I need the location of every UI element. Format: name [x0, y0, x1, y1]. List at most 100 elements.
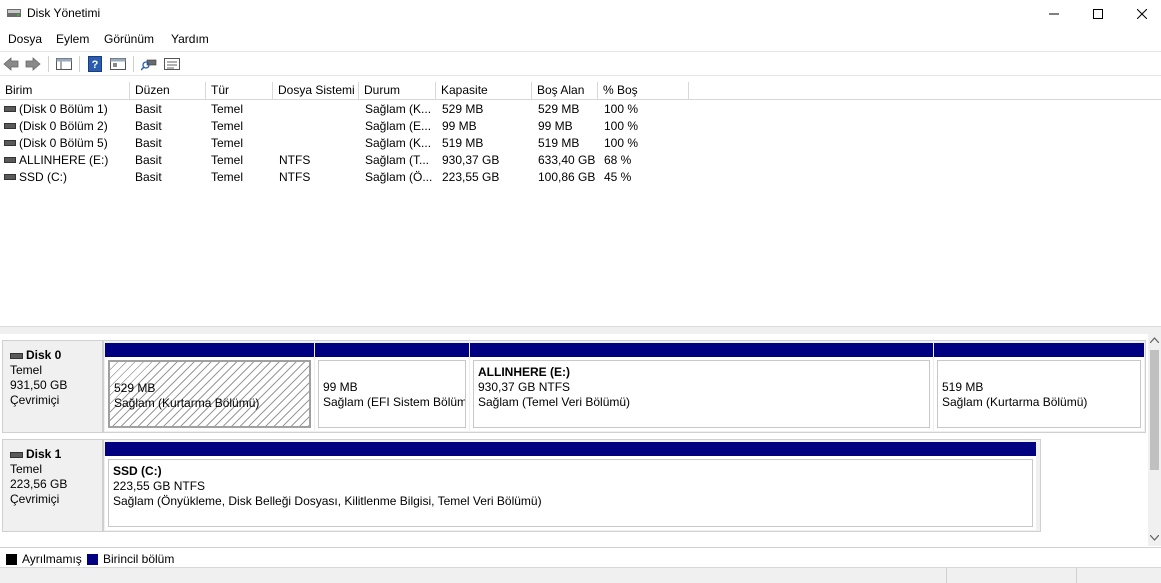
console-tree-icon: [56, 58, 72, 70]
help-button[interactable]: ?: [86, 55, 104, 73]
partition-ssd-c[interactable]: SSD (C:) 223,55 GB NTFS Sağlam (Önyüklem…: [105, 442, 1036, 530]
cell-percent-free: 100 %: [604, 102, 639, 116]
cell-volume: (Disk 0 Bölüm 2): [19, 119, 108, 133]
minimize-icon: [1049, 13, 1059, 15]
partition-status: Sağlam (Önyükleme, Disk Belleği Dosyası,…: [113, 494, 542, 508]
disk-status: Çevrimiçi: [10, 492, 60, 506]
scrollbar-thumb[interactable]: [1150, 350, 1159, 470]
settings-list-button[interactable]: [163, 55, 181, 73]
partition-size: 519 MB: [942, 380, 984, 394]
cell-percent-free: 100 %: [604, 119, 639, 133]
back-button[interactable]: [2, 55, 20, 73]
cell-file-system: [279, 135, 357, 152]
cell-layout: Basit: [135, 136, 162, 150]
console-tree-button[interactable]: [55, 55, 73, 73]
column-header-free-space[interactable]: Boş Alan: [532, 82, 598, 100]
cell-file-system: [279, 101, 357, 118]
cell-status: Sağlam (E...: [365, 119, 432, 133]
menu-action[interactable]: Eylem: [56, 32, 89, 46]
minimize-button[interactable]: [1031, 0, 1077, 28]
volume-icon: [4, 156, 16, 163]
partition-body: 99 MB Sağlam (EFI Sistem Bölümü): [318, 360, 466, 428]
pane-splitter[interactable]: [0, 326, 1161, 334]
column-header-percent-free[interactable]: % Boş: [598, 82, 689, 100]
menu-help[interactable]: Yardım: [171, 32, 209, 46]
cell-layout: Basit: [135, 102, 162, 116]
volume-icon: [4, 105, 16, 112]
partition-allinhere-e[interactable]: ALLINHERE (E:) 930,37 GB NTFS Sağlam (Te…: [470, 343, 933, 431]
cell-type: Temel: [211, 153, 244, 167]
column-header-volume[interactable]: Birim: [0, 82, 130, 100]
disk-1-label[interactable]: Disk 1 Temel 223,56 GB Çevrimiçi: [2, 439, 103, 532]
forward-button[interactable]: [24, 55, 42, 73]
legend: Ayrılmamış Birincil bölüm: [0, 547, 1161, 567]
disk-0-label[interactable]: Disk 0 Temel 931,50 GB Çevrimiçi: [2, 340, 103, 433]
maximize-button[interactable]: [1075, 0, 1121, 28]
partition-status: Sağlam (EFI Sistem Bölümü): [323, 395, 466, 409]
cell-type: Temel: [211, 136, 244, 150]
cell-free-space: 100,86 GB: [538, 170, 596, 184]
partition-disk0-recovery-5[interactable]: 519 MB Sağlam (Kurtarma Bölümü): [934, 343, 1144, 431]
cell-type: Temel: [211, 170, 244, 184]
rescan-icon: [141, 59, 157, 71]
properties-button[interactable]: [109, 55, 127, 73]
partition-size: 99 MB: [323, 380, 358, 394]
cell-status: Sağlam (T...: [365, 153, 430, 167]
table-row[interactable]: (Disk 0 Bölüm 1) Basit Temel Sağlam (K..…: [0, 101, 700, 118]
status-pane: [946, 568, 1076, 583]
close-button[interactable]: [1119, 0, 1161, 28]
forward-icon: [25, 57, 41, 71]
cell-free-space: 633,40 GB: [538, 153, 596, 167]
table-row[interactable]: ALLINHERE (E:) Basit Temel NTFS Sağlam (…: [0, 152, 700, 169]
column-header-layout[interactable]: Düzen: [130, 82, 206, 100]
column-header-capacity[interactable]: Kapasite: [436, 82, 532, 100]
scroll-up-icon[interactable]: [1150, 337, 1159, 343]
svg-text:?: ?: [92, 59, 99, 71]
toolbar-separator: [48, 56, 49, 72]
partition-body: ALLINHERE (E:) 930,37 GB NTFS Sağlam (Te…: [473, 360, 930, 428]
cell-type: Temel: [211, 119, 244, 133]
partition-body: 519 MB Sağlam (Kurtarma Bölümü): [937, 360, 1141, 428]
partition-status: Sağlam (Kurtarma Bölümü): [114, 396, 260, 410]
cell-status: Sağlam (K...: [365, 136, 432, 150]
table-row[interactable]: SSD (C:) Basit Temel NTFS Sağlam (Ö... 2…: [0, 169, 700, 186]
legend-swatch: [6, 553, 17, 565]
cell-capacity: 519 MB: [442, 136, 484, 150]
partition-disk0-recovery-1[interactable]: 529 MB Sağlam (Kurtarma Bölümü): [105, 343, 314, 431]
rescan-button[interactable]: [140, 55, 158, 73]
toolbar: ?: [0, 51, 1161, 76]
column-header-file-system[interactable]: Dosya Sistemi: [273, 82, 359, 100]
maximize-icon: [1093, 9, 1103, 19]
primary-partition-bar: [934, 343, 1144, 357]
volume-list: Birim Düzen Tür Dosya Sistemi Durum Kapa…: [0, 82, 1161, 326]
volume-icon: [4, 139, 16, 146]
partition-size: 529 MB: [114, 381, 156, 395]
column-header-status[interactable]: Durum: [359, 82, 436, 100]
primary-partition-bar: [105, 442, 1036, 456]
legend-unallocated: Ayrılmamış: [6, 552, 82, 566]
partition-disk0-efi[interactable]: 99 MB Sağlam (EFI Sistem Bölümü): [315, 343, 469, 431]
menu-file[interactable]: Dosya: [8, 32, 42, 46]
volume-icon: [4, 173, 16, 180]
cell-status: Sağlam (K...: [365, 102, 432, 116]
cell-percent-free: 68 %: [604, 153, 632, 167]
partition-name: SSD (C:): [113, 464, 162, 478]
primary-partition-bar: [105, 343, 314, 357]
column-header-type[interactable]: Tür: [206, 82, 273, 100]
disk-status: Çevrimiçi: [10, 393, 60, 407]
status-bar: [0, 567, 1161, 583]
disk-size: 931,50 GB: [10, 378, 68, 392]
cell-type: Temel: [211, 102, 244, 116]
menu-view[interactable]: Görünüm: [104, 32, 154, 46]
legend-label: Birincil bölüm: [103, 552, 175, 566]
partition-body: SSD (C:) 223,55 GB NTFS Sağlam (Önyüklem…: [108, 459, 1033, 527]
cell-free-space: 529 MB: [538, 102, 580, 116]
table-row[interactable]: (Disk 0 Bölüm 5) Basit Temel Sağlam (K..…: [0, 135, 700, 152]
disk-name: Disk 1: [26, 447, 62, 461]
legend-label: Ayrılmamış: [22, 552, 82, 566]
partition-body: 529 MB Sağlam (Kurtarma Bölümü): [108, 360, 311, 428]
table-row[interactable]: (Disk 0 Bölüm 2) Basit Temel Sağlam (E..…: [0, 118, 700, 135]
vertical-scrollbar[interactable]: [1148, 334, 1161, 546]
scroll-down-icon[interactable]: [1150, 535, 1159, 541]
cell-free-space: 99 MB: [538, 119, 573, 133]
